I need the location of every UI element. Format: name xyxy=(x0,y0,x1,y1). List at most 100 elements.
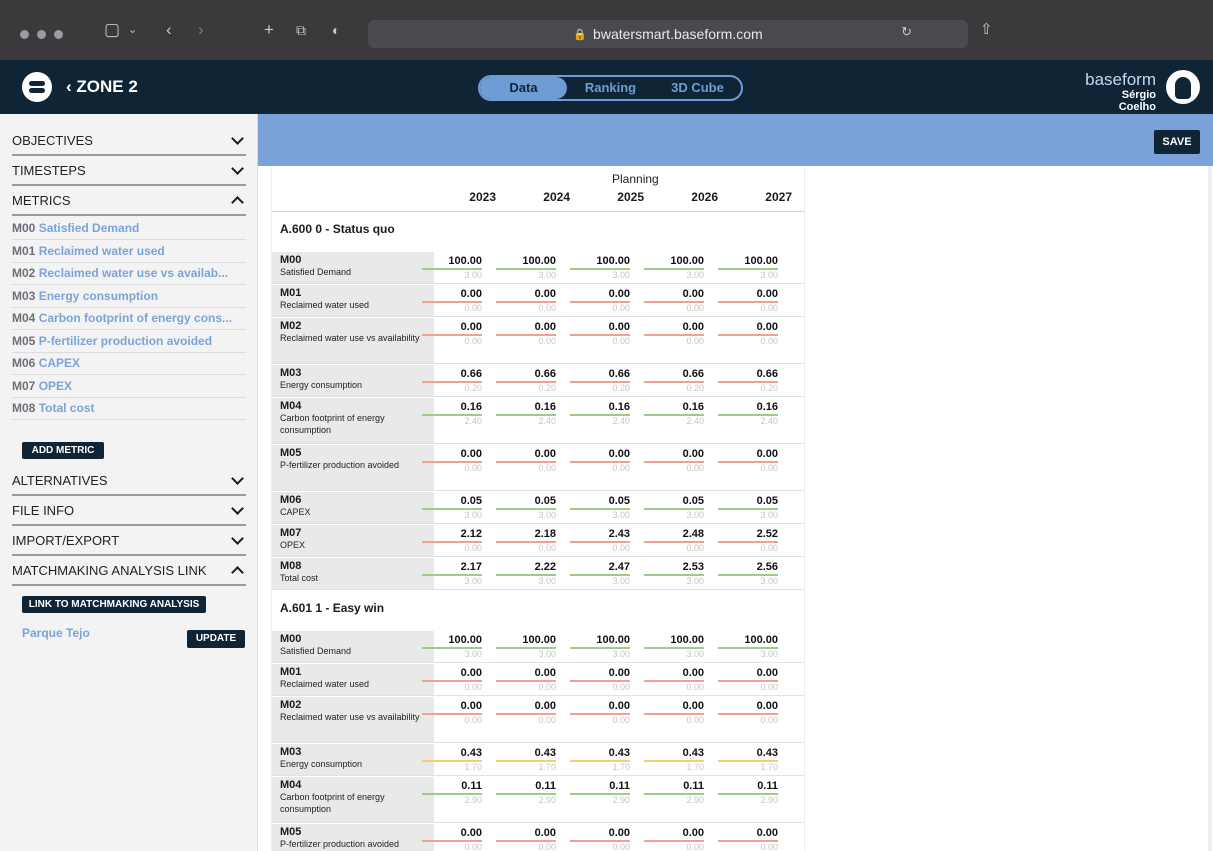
value-cell[interactable]: 0.00 0.00 xyxy=(496,448,556,473)
metric-value[interactable]: 0.16 xyxy=(422,401,482,413)
sidebar-section-timesteps[interactable]: TIMESTEPS xyxy=(12,156,246,186)
metric-value[interactable]: 2.52 xyxy=(718,528,778,540)
metric-value[interactable]: 2.43 xyxy=(570,528,630,540)
value-cell[interactable]: 2.47 3.00 xyxy=(570,561,630,586)
metric-value[interactable]: 0.00 xyxy=(570,321,630,333)
metric-value[interactable]: 0.00 xyxy=(644,827,704,839)
value-cell[interactable]: 0.00 0.00 xyxy=(570,288,630,313)
value-cell[interactable]: 0.00 0.00 xyxy=(718,667,778,692)
reload-icon[interactable]: ↻ xyxy=(901,24,912,40)
metric-value[interactable]: 2.18 xyxy=(496,528,556,540)
address-bar[interactable]: 🔒 bwatersmart.baseform.com ↻ xyxy=(368,20,968,48)
value-cell[interactable]: 0.11 2.90 xyxy=(422,780,482,805)
metric-value[interactable]: 0.43 xyxy=(570,747,630,759)
value-cell[interactable]: 0.16 2.40 xyxy=(496,401,556,426)
value-cell[interactable]: 0.00 0.00 xyxy=(496,667,556,692)
metric-value[interactable]: 0.05 xyxy=(718,495,778,507)
value-cell[interactable]: 100.00 3.00 xyxy=(422,255,482,280)
value-cell[interactable]: 0.16 2.40 xyxy=(718,401,778,426)
value-cell[interactable]: 100.00 3.00 xyxy=(422,634,482,659)
value-cell[interactable]: 2.12 0.00 xyxy=(422,528,482,553)
sidebar-section-metrics[interactable]: METRICS xyxy=(12,186,246,216)
value-cell[interactable]: 100.00 3.00 xyxy=(718,255,778,280)
tab-ranking[interactable]: Ranking xyxy=(567,77,654,99)
value-cell[interactable]: 0.05 3.00 xyxy=(422,495,482,520)
metric-value[interactable]: 0.43 xyxy=(422,747,482,759)
value-cell[interactable]: 0.00 0.00 xyxy=(422,700,482,725)
metric-value[interactable]: 0.00 xyxy=(570,448,630,460)
metric-value[interactable]: 0.00 xyxy=(570,288,630,300)
value-cell[interactable]: 0.43 1.70 xyxy=(422,747,482,772)
metric-value[interactable]: 0.00 xyxy=(422,448,482,460)
value-cell[interactable]: 0.43 1.70 xyxy=(570,747,630,772)
metric-value[interactable]: 0.05 xyxy=(496,495,556,507)
metric-value[interactable]: 0.00 xyxy=(570,700,630,712)
value-cell[interactable]: 0.66 0.20 xyxy=(422,368,482,393)
value-cell[interactable]: 0.05 3.00 xyxy=(570,495,630,520)
value-cell[interactable]: 100.00 3.00 xyxy=(570,634,630,659)
sidebar-metric-item[interactable]: M03 Energy consumption xyxy=(12,286,246,308)
value-cell[interactable]: 2.22 3.00 xyxy=(496,561,556,586)
metric-name[interactable]: Reclaimed water use vs availab... xyxy=(39,266,228,280)
metric-value[interactable]: 0.05 xyxy=(644,495,704,507)
metric-name[interactable]: Satisfied Demand xyxy=(39,221,140,235)
value-cell[interactable]: 0.05 3.00 xyxy=(644,495,704,520)
value-cell[interactable]: 2.53 3.00 xyxy=(644,561,704,586)
metric-name[interactable]: P-fertilizer production avoided xyxy=(39,334,212,348)
value-cell[interactable]: 0.00 0.00 xyxy=(422,321,482,346)
value-cell[interactable]: 0.05 3.00 xyxy=(496,495,556,520)
value-cell[interactable]: 0.00 0.00 xyxy=(570,827,630,851)
value-cell[interactable]: 2.52 0.00 xyxy=(718,528,778,553)
metric-value[interactable]: 0.43 xyxy=(496,747,556,759)
metric-value[interactable]: 0.00 xyxy=(496,321,556,333)
add-metric-button[interactable]: ADD METRIC xyxy=(22,442,104,459)
share-icon[interactable]: ⇧ xyxy=(980,20,993,40)
metric-value[interactable]: 2.12 xyxy=(422,528,482,540)
metric-name[interactable]: CAPEX xyxy=(39,356,80,370)
value-cell[interactable]: 2.17 3.00 xyxy=(422,561,482,586)
value-cell[interactable]: 0.00 0.00 xyxy=(718,700,778,725)
value-cell[interactable]: 0.00 0.00 xyxy=(644,288,704,313)
metric-value[interactable]: 2.17 xyxy=(422,561,482,573)
value-cell[interactable]: 0.16 2.40 xyxy=(570,401,630,426)
value-cell[interactable]: 0.66 0.20 xyxy=(570,368,630,393)
value-cell[interactable]: 0.66 0.20 xyxy=(496,368,556,393)
value-cell[interactable]: 0.00 0.00 xyxy=(570,700,630,725)
metric-value[interactable]: 0.16 xyxy=(718,401,778,413)
metric-value[interactable]: 0.00 xyxy=(422,288,482,300)
app-logo-icon[interactable] xyxy=(22,72,52,102)
metric-value[interactable]: 0.11 xyxy=(496,780,556,792)
value-cell[interactable]: 2.48 0.00 xyxy=(644,528,704,553)
sidebar-metric-item[interactable]: M06 CAPEX xyxy=(12,353,246,375)
metric-value[interactable]: 100.00 xyxy=(422,255,482,267)
metric-name[interactable]: Total cost xyxy=(39,401,95,415)
metric-value[interactable]: 0.66 xyxy=(422,368,482,380)
value-cell[interactable]: 0.11 2.90 xyxy=(644,780,704,805)
value-cell[interactable]: 100.00 3.00 xyxy=(644,255,704,280)
metric-value[interactable]: 0.43 xyxy=(718,747,778,759)
value-cell[interactable]: 0.11 2.90 xyxy=(718,780,778,805)
sidebar-metric-item[interactable]: M02 Reclaimed water use vs availab... xyxy=(12,263,246,285)
metric-value[interactable]: 100.00 xyxy=(570,255,630,267)
value-cell[interactable]: 0.00 0.00 xyxy=(644,321,704,346)
sidebar-toggle-icon[interactable]: ▢ xyxy=(104,20,120,40)
tab-3d-cube[interactable]: 3D Cube xyxy=(654,77,741,99)
metric-value[interactable]: 0.00 xyxy=(496,700,556,712)
window-controls[interactable] xyxy=(20,30,63,39)
metric-value[interactable]: 0.00 xyxy=(644,700,704,712)
value-cell[interactable]: 0.00 0.00 xyxy=(422,827,482,851)
value-cell[interactable]: 0.66 0.20 xyxy=(644,368,704,393)
sidebar-section-import-export[interactable]: IMPORT/EXPORT xyxy=(12,526,246,556)
linked-analysis-name[interactable]: Parque Tejo xyxy=(22,626,90,640)
metric-value[interactable]: 0.00 xyxy=(422,827,482,839)
zoom-dot[interactable] xyxy=(54,30,63,39)
metric-value[interactable]: 0.66 xyxy=(496,368,556,380)
value-cell[interactable]: 100.00 3.00 xyxy=(496,255,556,280)
sidebar-section-matchmaking[interactable]: MATCHMAKING ANALYSIS LINK xyxy=(12,556,246,586)
sidebar-section-alternatives[interactable]: ALTERNATIVES xyxy=(12,466,246,496)
value-cell[interactable]: 2.18 0.00 xyxy=(496,528,556,553)
value-cell[interactable]: 0.16 2.40 xyxy=(422,401,482,426)
value-cell[interactable]: 0.05 3.00 xyxy=(718,495,778,520)
value-cell[interactable]: 0.43 1.70 xyxy=(496,747,556,772)
value-cell[interactable]: 0.00 0.00 xyxy=(718,448,778,473)
